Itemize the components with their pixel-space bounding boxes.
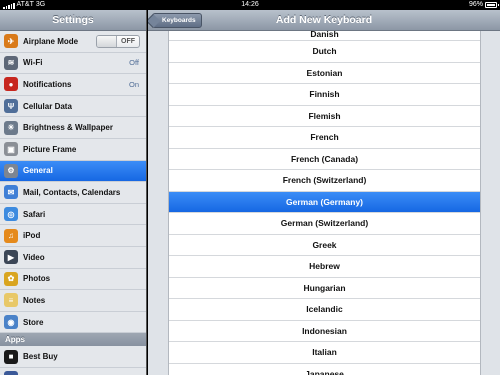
clock: 14:26 xyxy=(241,1,259,8)
keyboard-item-flemish[interactable]: Flemish xyxy=(169,106,480,127)
sidebar-item-safari[interactable]: ◎ Safari xyxy=(0,203,146,226)
keyboard-item-danish[interactable]: Danish xyxy=(169,31,480,41)
keyboard-item-dutch[interactable]: Dutch xyxy=(169,41,480,63)
sidebar-item-label: Photos xyxy=(23,274,51,284)
mail-icon: ✉ xyxy=(4,185,18,200)
navigation-bar: Keyboards Add New Keyboard xyxy=(148,10,500,31)
sidebar-item-facebook[interactable]: fFacebook xyxy=(0,367,146,375)
sidebar-item-label: Cellular Data xyxy=(23,101,72,111)
store-icon: ◉ xyxy=(4,315,18,330)
keyboard-item-hungarian[interactable]: Hungarian xyxy=(169,278,480,299)
cellular-icon: Ψ xyxy=(4,99,18,114)
settings-list: ✈ Airplane Mode OFF ≋ Wi-Fi Off ● Notifications… xyxy=(0,31,146,334)
keyboard-item-indonesian[interactable]: Indonesian xyxy=(169,321,480,342)
keyboard-item-greek[interactable]: Greek xyxy=(169,235,480,256)
sidebar-item-label: iPod xyxy=(23,231,41,241)
notes-icon: ≡ xyxy=(4,293,18,308)
keyboard-item-french[interactable]: French xyxy=(169,127,480,149)
sidebar-item-video[interactable]: ▶ Video xyxy=(0,246,146,269)
wifi-icon: ≋ xyxy=(4,55,18,70)
keyboard-item-estonian[interactable]: Estonian xyxy=(169,63,480,84)
sidebar-item-label: Notes xyxy=(23,295,46,305)
sidebar-item-cellular-data[interactable]: Ψ Cellular Data xyxy=(0,95,146,118)
sidebar-item-label: General xyxy=(23,166,53,176)
apps-section-header: Apps xyxy=(0,333,146,347)
sidebar-item-notes[interactable]: ≡ Notes xyxy=(0,290,146,312)
battery-icon xyxy=(485,2,499,8)
picture-frame-icon: ▣ xyxy=(4,142,18,157)
sidebar-item-label: Picture Frame xyxy=(23,144,77,154)
settings-title: Settings xyxy=(0,10,146,31)
sidebar-item-label: Wi-Fi xyxy=(23,58,43,68)
sidebar-item-value: On xyxy=(128,79,139,89)
keyboard-item-icelandic[interactable]: Icelandic xyxy=(169,299,480,321)
sidebar-item-mail-contacts-calendars[interactable]: ✉ Mail, Contacts, Calendars xyxy=(0,182,146,204)
page-title: Add New Keyboard xyxy=(275,14,373,26)
sidebar-item-label: Best Buy xyxy=(23,352,58,362)
safari-icon: ◎ xyxy=(4,207,18,222)
sidebar-item-label: Safari xyxy=(23,209,46,219)
sidebar-item-notifications[interactable]: ● Notifications On xyxy=(0,74,146,96)
battery-info: 96% xyxy=(468,0,499,10)
keyboard-item-finnish[interactable]: Finnish xyxy=(169,84,480,106)
sidebar-item-general[interactable]: ⚙ General xyxy=(0,160,146,183)
ipod-icon: ♫ xyxy=(4,228,18,243)
sidebar-item-wi-fi[interactable]: ≋ Wi-Fi Off xyxy=(0,52,146,75)
toggle-knob xyxy=(97,36,117,47)
keyboard-item-german-switzerland[interactable]: German (Switzerland) xyxy=(169,213,480,235)
notifications-icon: ● xyxy=(4,77,18,92)
settings-pane: Settings ✈ Airplane Mode OFF ≋ Wi-Fi Off ● Noti… xyxy=(0,10,147,375)
sidebar-item-label: Video xyxy=(23,252,45,262)
sidebar-item-airplane-mode[interactable]: ✈ Airplane Mode OFF xyxy=(0,31,146,53)
sidebar-item-value: Off xyxy=(129,58,139,68)
toggle-state-label: OFF xyxy=(121,38,135,45)
sidebar-item-store[interactable]: ◉ Store xyxy=(0,311,146,334)
airplane-mode-toggle[interactable]: OFF xyxy=(96,35,140,48)
keyboard-item-hebrew[interactable]: Hebrew xyxy=(169,256,480,278)
gear-icon: ⚙ xyxy=(4,163,18,178)
add-keyboard-pane: Keyboards Add New Keyboard Danish Dutch Es… xyxy=(148,10,500,375)
status-bar: AT&T 3G 14:26 96% xyxy=(0,0,500,10)
photos-icon: ✿ xyxy=(4,271,18,286)
apps-list: ■ Best Buy fFacebook xyxy=(0,346,146,375)
sidebar-item-brightness-wallpaper[interactable]: ☀ Brightness & Wallpaper xyxy=(0,117,146,139)
airplane-icon: ✈ xyxy=(4,34,18,49)
keyboard-item-japanese[interactable]: Japanese xyxy=(169,364,480,375)
best-buy-icon: ■ xyxy=(4,349,18,364)
keyboard-list: Danish Dutch Estonian Finnish Flemish French F… xyxy=(168,31,481,375)
sidebar-item-picture-frame[interactable]: ▣ Picture Frame xyxy=(0,138,146,161)
sidebar-item-label: Brightness & Wallpaper xyxy=(23,123,113,133)
sidebar-item-label: Mail, Contacts, Calendars xyxy=(23,187,121,197)
brightness-icon: ☀ xyxy=(4,120,18,135)
video-icon: ▶ xyxy=(4,250,18,265)
sidebar-item-best-buy[interactable]: ■ Best Buy xyxy=(0,346,146,368)
keyboard-item-french-switzerland[interactable]: French (Switzerland) xyxy=(169,170,480,192)
keyboard-item-italian[interactable]: Italian xyxy=(169,342,480,364)
keyboard-item-german-germany[interactable]: German (Germany) xyxy=(169,191,480,213)
sidebar-item-label: Airplane Mode xyxy=(23,36,79,46)
keyboard-item-french-canada[interactable]: French (Canada) xyxy=(169,149,480,170)
sidebar-item-ipod[interactable]: ♫ iPod xyxy=(0,225,146,247)
sidebar-item-label: Store xyxy=(23,317,44,327)
sidebar-item-label: Notifications xyxy=(23,79,72,89)
battery-percent: 96% xyxy=(468,1,483,8)
facebook-icon: f xyxy=(4,371,18,375)
sidebar-item-photos[interactable]: ✿ Photos xyxy=(0,268,146,291)
